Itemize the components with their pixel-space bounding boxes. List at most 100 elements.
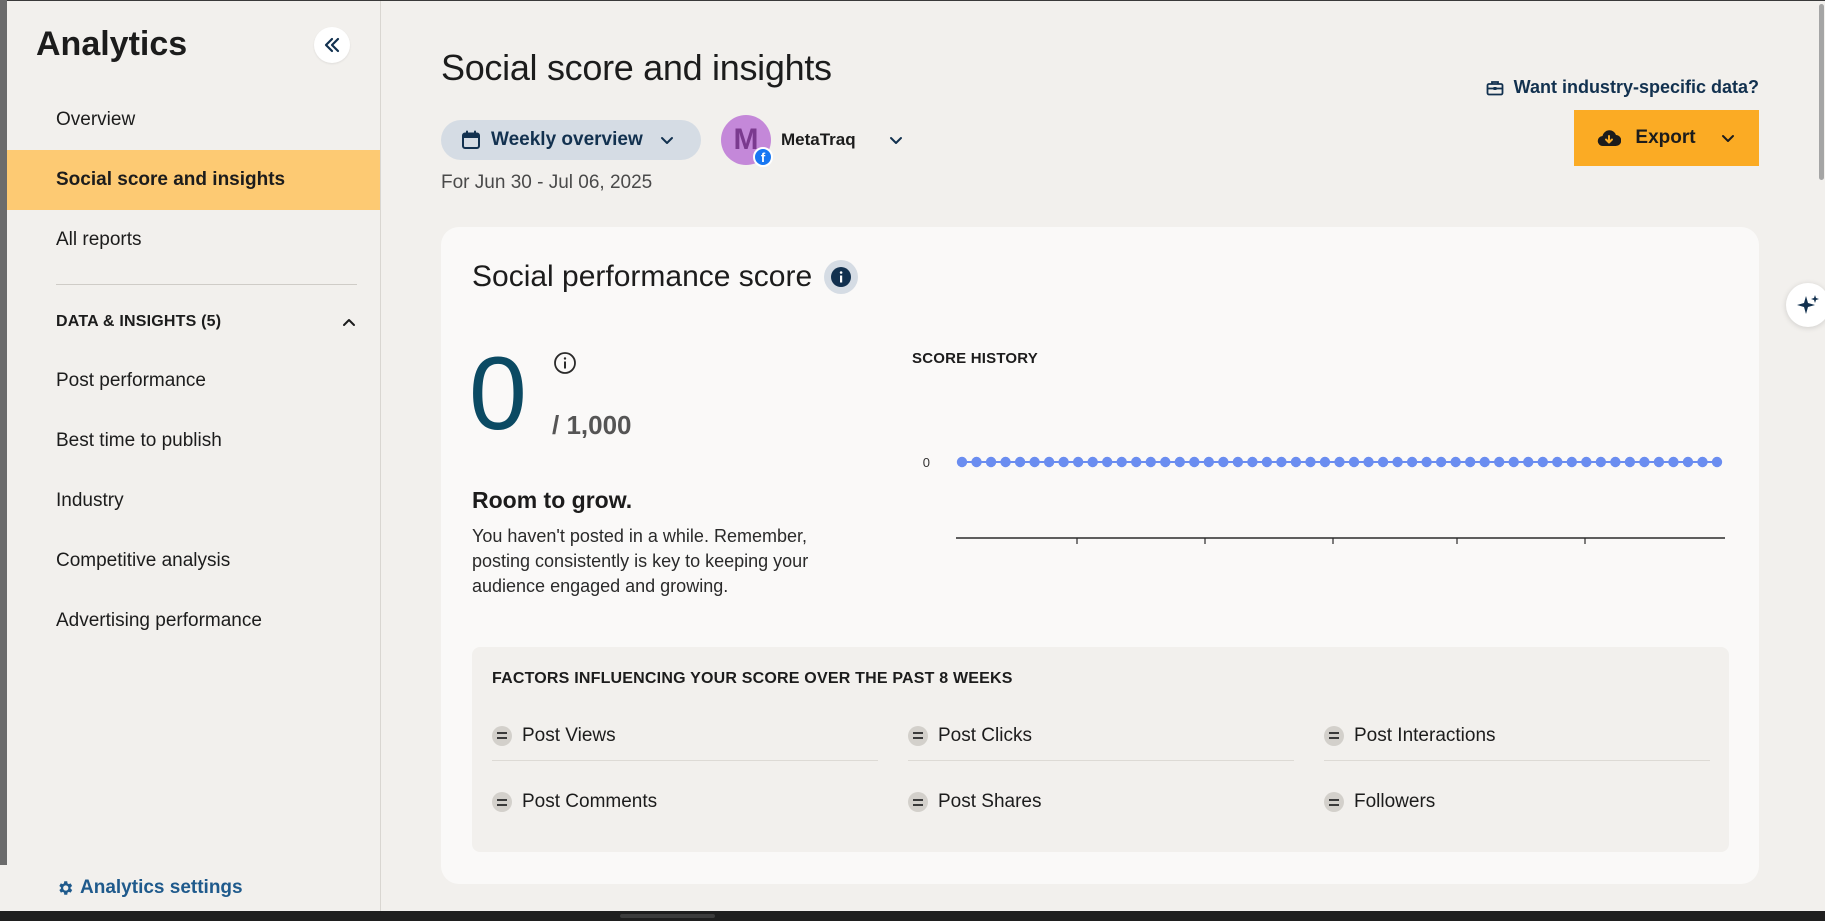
sidebar-item-label: All reports: [56, 229, 142, 250]
data-point: [956, 456, 968, 468]
sidebar-item-best-time[interactable]: Best time to publish: [7, 411, 380, 471]
industry-link-label: Want industry-specific data?: [1513, 77, 1759, 97]
data-point: [1029, 456, 1040, 468]
factor-post-comments[interactable]: Post Comments: [492, 777, 878, 827]
data-point: [1014, 456, 1026, 468]
equal-icon: [1324, 792, 1344, 812]
status-title: Room to grow.: [472, 487, 633, 513]
data-point: [1116, 456, 1127, 468]
facebook-icon: f: [753, 147, 773, 167]
chevron-down-icon: [660, 137, 673, 144]
industry-data-link[interactable]: Want industry-specific data?: [1486, 77, 1759, 98]
sidebar-item-all-reports[interactable]: All reports: [7, 210, 380, 270]
sidebar-item-overview[interactable]: Overview: [7, 90, 380, 150]
sidebar-title: Analytics: [36, 25, 188, 63]
factor-post-shares[interactable]: Post Shares: [908, 777, 1294, 827]
data-point: [1160, 456, 1171, 468]
data-point: [1523, 456, 1534, 468]
window-left-edge: [0, 0, 7, 865]
data-point: [971, 456, 982, 468]
sidebar-divider: [56, 284, 357, 285]
data-point: [1421, 456, 1432, 468]
data-point: [1348, 456, 1360, 468]
export-button[interactable]: Export: [1574, 110, 1759, 166]
double-chevron-left-icon: [324, 37, 340, 53]
equal-icon: [492, 725, 512, 746]
taskbar-item[interactable]: [620, 914, 715, 918]
data-point: [1058, 456, 1069, 468]
factor-post-interactions[interactable]: Post Interactions: [1324, 711, 1710, 761]
data-point: [1232, 456, 1244, 468]
sidebar-item-advertising[interactable]: Advertising performance: [7, 591, 380, 651]
data-point: [1668, 456, 1679, 468]
data-point: [1639, 456, 1650, 468]
data-point: [1392, 456, 1403, 468]
page-title: Social score and insights: [441, 47, 832, 88]
cloud-download-icon: [1598, 130, 1622, 147]
status-text: You haven't posted in a while. Remember,…: [472, 526, 809, 596]
sidebar-item-label: Overview: [56, 109, 136, 130]
factor-label: Post Views: [522, 724, 616, 746]
period-selector[interactable]: Weekly overview: [441, 120, 701, 160]
factors-title: FACTORS INFLUENCING YOUR SCORE OVER THE …: [492, 670, 1013, 687]
equal-icon: [908, 792, 928, 812]
sparkle-icon: [1797, 295, 1819, 314]
chevron-up-icon: [343, 319, 355, 326]
data-point: [1189, 456, 1200, 468]
score-history-label: SCORE HISTORY: [912, 350, 1038, 367]
sidebar-item-social-score[interactable]: Social score and insights: [7, 150, 380, 210]
data-point: [1000, 456, 1011, 468]
social-score-card: Social performance score 0 / 1,000 Room …: [441, 227, 1759, 884]
data-point: [1610, 456, 1621, 468]
data-point: [1624, 456, 1636, 468]
data-point: [1145, 456, 1156, 468]
date-range-label: For Jun 30 - Jul 06, 2025: [441, 172, 653, 193]
profile-name: MetaTraq: [781, 130, 856, 149]
data-point: [1464, 456, 1476, 468]
equal-icon: [1324, 725, 1344, 746]
chevron-down-icon: [1721, 135, 1734, 142]
data-point: [1581, 456, 1592, 468]
export-label: Export: [1635, 127, 1696, 148]
info-icon[interactable]: [824, 260, 859, 294]
data-insights-section-toggle[interactable]: DATA & INSIGHTS (5): [56, 313, 357, 331]
avatar: M f: [721, 115, 773, 167]
sidebar-item-industry[interactable]: Industry: [7, 471, 380, 531]
data-point: [1261, 456, 1273, 468]
sidebar-item-competitive-analysis[interactable]: Competitive analysis: [7, 531, 380, 591]
profile-selector[interactable]: M f MetaTraq: [721, 115, 904, 167]
sidebar-item-label: Post performance: [56, 370, 206, 391]
factor-post-views[interactable]: Post Views: [492, 711, 878, 761]
data-point: [1131, 456, 1142, 468]
data-point: [1276, 456, 1287, 468]
sidebar-item-label: Social score and insights: [56, 169, 286, 190]
briefcase-icon: [1486, 80, 1504, 95]
data-point: [1697, 456, 1708, 468]
data-point: [1319, 456, 1331, 468]
factor-label: Post Shares: [938, 791, 1042, 812]
score-max: / 1,000: [552, 410, 632, 440]
ai-assistant-button[interactable]: [1786, 283, 1825, 327]
sidebar-item-post-performance[interactable]: Post performance: [7, 351, 380, 411]
collapse-sidebar-button[interactable]: [314, 27, 350, 63]
equal-icon: [492, 792, 512, 812]
sidebar-item-label: Competitive analysis: [56, 550, 231, 571]
gear-icon: [59, 881, 73, 895]
factor-post-clicks[interactable]: Post Clicks: [908, 711, 1294, 761]
factor-label: Followers: [1354, 791, 1436, 812]
equal-icon: [908, 725, 928, 746]
settings-label: Analytics settings: [80, 877, 243, 898]
y-tick-label: 0: [923, 455, 930, 470]
data-point: [1653, 456, 1665, 468]
data-point: [1334, 456, 1345, 468]
data-point: [1087, 456, 1098, 468]
score-value: 0: [469, 336, 527, 452]
scrollbar-thumb[interactable]: [1819, 4, 1824, 180]
data-point: [1479, 456, 1490, 468]
sidebar-item-label: Advertising performance: [56, 610, 262, 631]
data-point: [1203, 456, 1215, 468]
score-info-icon[interactable]: [553, 351, 577, 380]
factor-followers[interactable]: Followers: [1324, 777, 1710, 827]
analytics-settings-link[interactable]: Analytics settings: [56, 877, 243, 899]
factors-panel: FACTORS INFLUENCING YOUR SCORE OVER THE …: [472, 647, 1729, 852]
